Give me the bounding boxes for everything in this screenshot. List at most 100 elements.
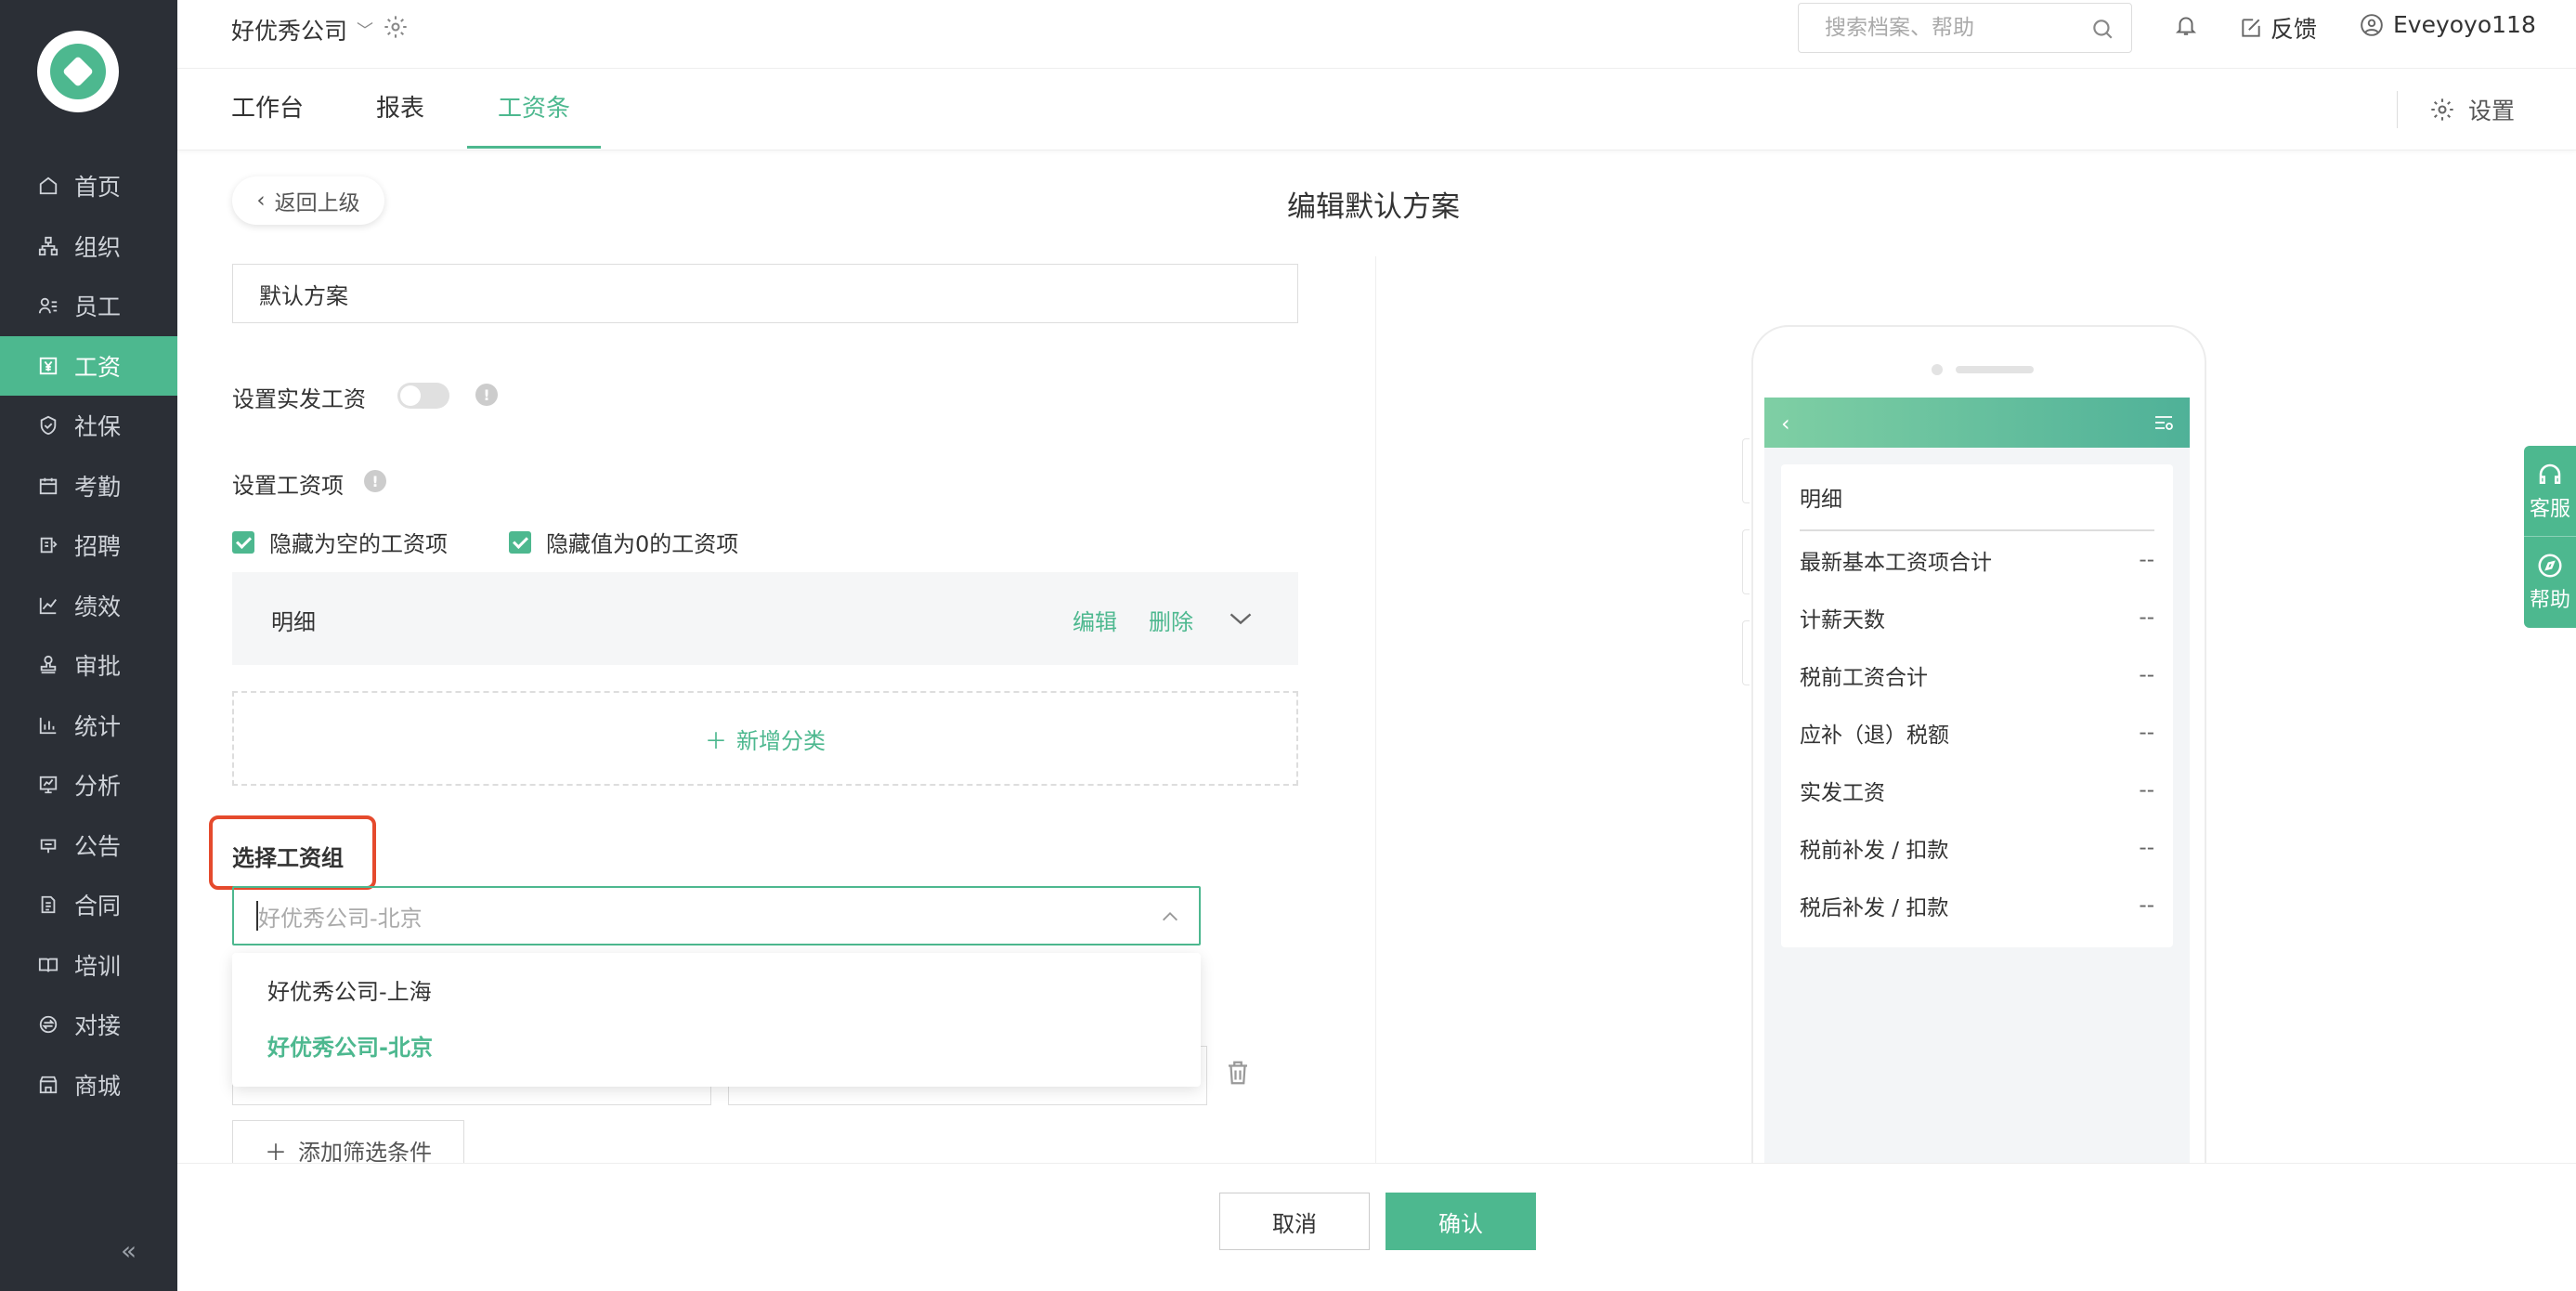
sidebar-item-org[interactable]: 组织 — [0, 216, 177, 277]
tab-reports[interactable]: 报表 — [376, 69, 424, 149]
preview-row: 税前工资合计 -- — [1800, 646, 2154, 704]
dropdown-option[interactable]: 好优秀公司-上海 — [232, 964, 1201, 1020]
notice-icon — [37, 834, 59, 856]
category-name: 明细 — [271, 609, 316, 635]
contract-icon — [37, 893, 59, 916]
top-bar: 好优秀公司 ﹀ 反馈 Eveyoyo118 — [177, 0, 2576, 69]
tab-payslip[interactable]: 工资条 — [467, 69, 601, 149]
scheme-name-input[interactable]: 默认方案 — [232, 264, 1298, 323]
sidebar-item-label: 社保 — [74, 413, 122, 441]
side-tab[interactable] — [1742, 620, 1750, 685]
sidebar-item-label: 员工 — [74, 293, 122, 321]
preview-row-value: -- — [2139, 836, 2154, 860]
info-icon[interactable]: ! — [364, 470, 386, 492]
plus-icon: ＋ — [265, 1139, 287, 1166]
sidebar-item-analysis[interactable]: 分析 — [0, 755, 177, 815]
hide-zero-checkbox[interactable]: 隐藏值为0的工资项 — [509, 526, 738, 558]
sidebar-item-stats[interactable]: 统计 — [0, 696, 177, 756]
checkbox-checked — [509, 530, 531, 554]
collapse-sidebar-icon[interactable]: « — [121, 1235, 137, 1266]
sidebar-item-label: 审批 — [74, 653, 122, 681]
sidebar-item-home[interactable]: 首页 — [0, 156, 177, 216]
sidebar-item-approval[interactable]: 审批 — [0, 635, 177, 696]
column-divider — [1375, 256, 1376, 1163]
org-icon — [37, 235, 59, 257]
tab-workbench[interactable]: 工作台 — [231, 69, 304, 149]
trash-icon[interactable] — [1224, 1059, 1252, 1090]
back-label: 返回上级 — [274, 191, 360, 215]
info-icon[interactable]: ! — [475, 384, 498, 406]
sidebar-item-recruit[interactable]: 招聘 — [0, 515, 177, 576]
sidebar-item-employee[interactable]: 员工 — [0, 276, 177, 336]
add-category-button[interactable]: ＋ 新增分类 — [232, 691, 1298, 786]
search-input[interactable] — [1825, 16, 2085, 40]
company-switcher[interactable]: 好优秀公司 ﹀ — [231, 13, 409, 46]
sidebar-item-label: 首页 — [74, 174, 122, 202]
settings-button[interactable]: 设置 — [2397, 91, 2515, 128]
sidebar-item-label: 公告 — [74, 832, 122, 860]
dropdown-option-selected[interactable]: 好优秀公司-北京 — [232, 1020, 1201, 1076]
sidebar: 首页 组织 员工 工资 社保 考勤 招聘 绩效 审批 统计 分析 公告 合同 培… — [0, 0, 177, 1291]
delete-link[interactable]: 删除 — [1149, 604, 1193, 636]
shield-icon — [37, 414, 59, 437]
preview-row-label: 应补（退）税额 — [1800, 724, 1949, 748]
chevron-down-icon[interactable] — [1228, 606, 1254, 635]
sidebar-item-label: 绩效 — [74, 593, 122, 620]
sidebar-item-label: 工资 — [74, 353, 122, 381]
list-icon — [2153, 411, 2175, 437]
salary-group-select[interactable]: 好优秀公司-北京 — [232, 886, 1201, 945]
chart-line-icon — [37, 594, 59, 617]
notification-button[interactable] — [2174, 13, 2198, 41]
gear-icon[interactable] — [383, 14, 409, 46]
salary-icon — [37, 355, 59, 377]
edit-link[interactable]: 编辑 — [1073, 604, 1117, 636]
back-button[interactable]: ‹ 返回上级 — [232, 176, 384, 225]
hide-empty-label: 隐藏为空的工资项 — [269, 531, 448, 557]
logo-mark — [50, 44, 106, 99]
customer-service-button[interactable]: 客服 — [2524, 446, 2576, 537]
sidebar-item-store[interactable]: 商城 — [0, 1055, 177, 1115]
sidebar-item-label: 培训 — [74, 952, 122, 980]
calendar-icon — [37, 475, 59, 497]
app-logo[interactable] — [37, 31, 119, 112]
preview-row: 计薪天数 -- — [1800, 589, 2154, 646]
sidebar-item-contract[interactable]: 合同 — [0, 875, 177, 935]
search-icon[interactable] — [2090, 17, 2114, 41]
checkbox-checked — [232, 530, 254, 554]
sidebar-item-salary[interactable]: 工资 — [0, 335, 177, 396]
link-icon — [37, 1013, 59, 1036]
sidebar-item-performance[interactable]: 绩效 — [0, 576, 177, 636]
sidebar-nav: 首页 组织 员工 工资 社保 考勤 招聘 绩效 审批 统计 分析 公告 合同 培… — [0, 156, 177, 1115]
side-tab[interactable] — [1742, 438, 1750, 503]
sidebar-item-training[interactable]: 培训 — [0, 935, 177, 996]
chevron-up-icon — [1160, 906, 1180, 932]
preview-row-value: -- — [2139, 721, 2154, 745]
phone-header: ‹ — [1764, 398, 2190, 448]
phone-camera — [1932, 364, 1943, 375]
confirm-button[interactable]: 确认 — [1386, 1193, 1536, 1250]
sidebar-item-notice[interactable]: 公告 — [0, 815, 177, 876]
edit-icon — [2242, 19, 2260, 37]
cancel-button[interactable]: 取消 — [1219, 1193, 1370, 1250]
analysis-icon — [37, 774, 59, 796]
gear-icon — [2431, 98, 2453, 121]
help-button[interactable]: 帮助 — [2524, 537, 2576, 628]
preview-row-label: 计薪天数 — [1800, 608, 1885, 632]
feedback-button[interactable]: 反馈 — [2239, 11, 2317, 45]
preview-row: 最新基本工资项合计 -- — [1800, 531, 2154, 589]
sidebar-item-social[interactable]: 社保 — [0, 396, 177, 456]
chevron-down-icon: ﹀ — [357, 21, 374, 41]
chevron-left-icon: ‹ — [1781, 411, 1790, 437]
phone-preview: ‹ 明细 最新基本工资项合计 -- 计薪天数 -- 税前工资合计 -- 应补（退）税额… — [1751, 325, 2206, 1219]
help-label: 帮助 — [2529, 589, 2570, 612]
actual-pay-toggle[interactable] — [397, 383, 449, 409]
sidebar-item-attendance[interactable]: 考勤 — [0, 456, 177, 516]
recruit-icon — [37, 534, 59, 556]
hide-empty-checkbox[interactable]: 隐藏为空的工资项 — [232, 526, 448, 558]
service-label: 客服 — [2529, 497, 2570, 521]
preview-row: 应补（退）税额 -- — [1800, 704, 2154, 762]
side-tab[interactable] — [1742, 529, 1750, 594]
user-menu[interactable]: Eveyoyo118 — [2360, 11, 2536, 38]
sidebar-item-integration[interactable]: 对接 — [0, 995, 177, 1055]
sidebar-item-label: 招聘 — [74, 533, 122, 561]
